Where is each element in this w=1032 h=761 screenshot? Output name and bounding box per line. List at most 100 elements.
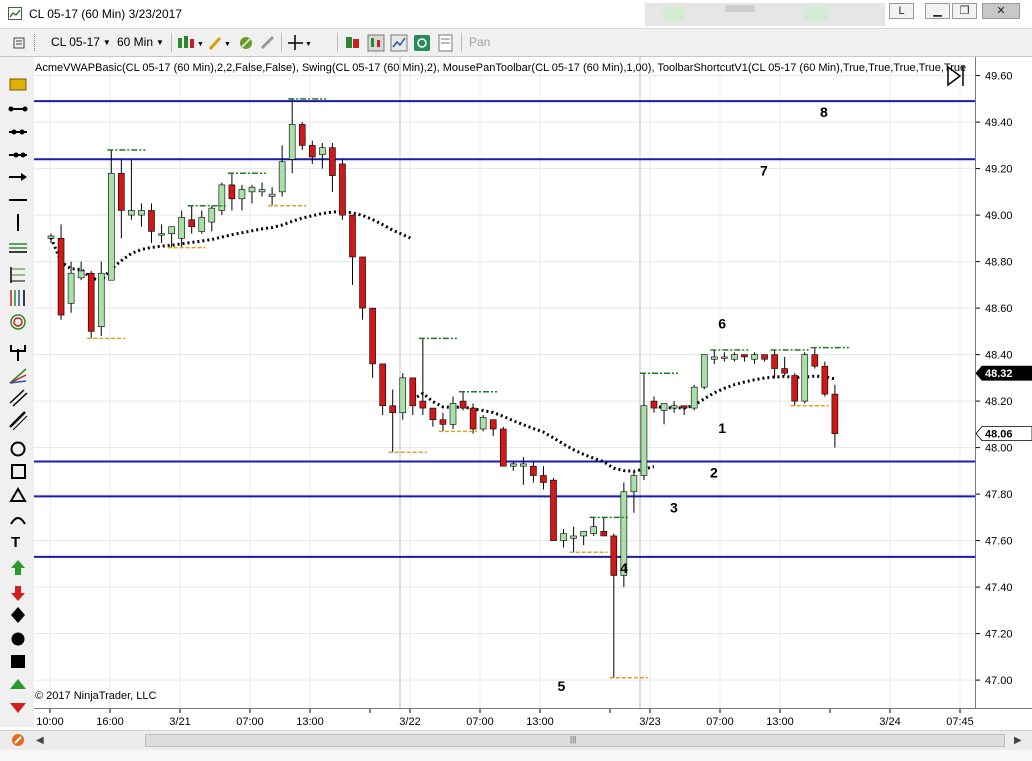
dot-icon[interactable] [11, 632, 25, 646]
fib-circle-icon[interactable] [10, 314, 26, 330]
candle-body [540, 475, 547, 483]
close-button[interactable]: ✕ [982, 3, 1020, 19]
properties-icon[interactable] [11, 733, 25, 747]
x-tick-label: 07:00 [236, 716, 264, 728]
data-box-icon[interactable] [344, 34, 362, 52]
strategy-icon[interactable] [390, 34, 408, 52]
triangle-icon[interactable] [9, 487, 27, 502]
trend-channel-icon[interactable] [9, 411, 28, 431]
y-tick-label: 48.80 [985, 257, 1013, 269]
rectangle-icon[interactable] [11, 464, 26, 479]
arrow-line-icon[interactable] [9, 173, 27, 181]
candle-body [570, 535, 577, 539]
pan-button[interactable]: Pan [469, 35, 490, 49]
square-icon[interactable] [11, 655, 25, 668]
candle-body [459, 400, 467, 409]
candle-body [670, 405, 678, 409]
y-tick-label: 49.60 [985, 71, 1013, 83]
candle-body [731, 354, 738, 360]
andrews-pitchfork-icon[interactable] [10, 345, 26, 361]
candle-body [158, 233, 165, 236]
refresh-icon[interactable] [413, 34, 431, 52]
candle-body [308, 145, 316, 158]
candle-body [690, 386, 698, 409]
properties-icon[interactable] [437, 34, 455, 52]
interval-label: 60 Min [117, 35, 154, 49]
title-bar[interactable]: CL 05-17 (60 Min) 3/23/2017 L ▁ ❐ ✕ [0, 0, 1032, 29]
y-tick-label: 47.20 [985, 629, 1013, 641]
candle-body [369, 307, 376, 365]
scroll-right-icon[interactable]: ▶ [1014, 735, 1022, 746]
candle-body [409, 377, 417, 407]
vwap-line [49, 209, 414, 282]
link-icon[interactable] [259, 34, 277, 52]
restore-button[interactable]: ❐ [952, 3, 977, 19]
y-tick-label: 48.60 [985, 303, 1013, 315]
candle-body [228, 184, 236, 200]
ray-icon[interactable] [8, 106, 28, 112]
diamond-icon[interactable] [11, 607, 25, 623]
time-axis[interactable]: 10:00 16:00 3/21 07:00 13:00 3/22 07:00 13:00 3/… [34, 708, 1032, 729]
gann-fan-icon[interactable] [9, 368, 27, 384]
minimize-icon: ▁ [933, 5, 942, 17]
chart-settings-icon[interactable] [13, 37, 25, 49]
bars-type-icon[interactable]: ▼ [177, 34, 204, 52]
instrument-selector[interactable]: CL 05-17 ▼ [51, 35, 111, 49]
swing-point-label: 6 [718, 315, 726, 331]
vwap-line [412, 391, 655, 473]
svg-text:▼: ▼ [224, 41, 231, 48]
chart-panel[interactable]: 8 7 2 3 4 6 1 5 AcmeVWAPBasic(CL 05-17 (60 Min),… [34, 57, 975, 708]
y-tick-label: 47.80 [985, 489, 1013, 501]
draw-tool-icon[interactable]: ▼ [207, 34, 231, 52]
price-chart[interactable]: 8 7 2 3 4 6 1 5 AcmeVWAPBasic(CL 05-17 (60 Min),… [34, 57, 975, 708]
trend-line-icon[interactable] [9, 152, 27, 158]
candle-body [148, 210, 155, 232]
chart-style-icon[interactable] [367, 34, 385, 52]
price-axis[interactable]: 49.60 49.40 49.20 49.00 48.80 48.60 48.40 48.20… [975, 57, 1032, 708]
chart-app-icon [8, 7, 22, 20]
x-tick-label: 13:00 [296, 716, 324, 728]
arrow-down-icon[interactable] [11, 586, 25, 601]
candle-body [128, 210, 135, 216]
horizontal-scrollbar[interactable]: ◀ ||| ▶ [0, 730, 1032, 751]
scroll-left-icon[interactable]: ◀ [36, 735, 44, 746]
triangle-up-icon[interactable] [10, 679, 26, 689]
layout-button[interactable]: L [889, 3, 914, 19]
y-tick-label: 48.20 [985, 396, 1013, 408]
arrow-up-icon[interactable] [11, 560, 25, 575]
arc-icon[interactable] [10, 517, 26, 525]
fib-time-icon[interactable] [10, 290, 25, 306]
candle-body [630, 475, 638, 493]
drawing-tools-panel: T [0, 57, 35, 727]
candle-body [439, 419, 447, 425]
ellipse-icon[interactable] [10, 441, 26, 457]
instrument-label: CL 05-17 [51, 35, 100, 49]
candle-body [178, 217, 185, 239]
extended-line-icon[interactable] [9, 129, 27, 135]
price-axis-svg: 49.60 49.40 49.20 49.00 48.80 48.60 48.40 48.20… [975, 71, 1032, 687]
x-tick-label: 07:45 [946, 716, 974, 728]
candle-body [329, 147, 336, 176]
background-window [645, 3, 885, 26]
regression-channel-icon[interactable] [9, 389, 28, 407]
y-tick-label: 49.20 [985, 164, 1013, 176]
svg-text:▼: ▼ [305, 41, 312, 48]
price-marker-label: 48.06 [985, 429, 1013, 441]
candle-body [741, 354, 748, 358]
candle-body [399, 377, 407, 414]
candle-body [650, 400, 658, 409]
copyright-label: © 2017 NinjaTrader, LLC [35, 690, 156, 702]
candle-body [721, 356, 728, 359]
text-icon[interactable]: T [11, 534, 20, 551]
y-tick-label: 47.60 [985, 536, 1013, 548]
crosshair-icon[interactable]: ▼ [287, 34, 312, 52]
triangle-down-icon[interactable] [10, 703, 26, 713]
minimize-button[interactable]: ▁ [925, 3, 950, 19]
ruler-icon[interactable] [9, 78, 27, 91]
interval-selector[interactable]: 60 Min ▼ [117, 35, 164, 49]
fib-retracement-icon[interactable] [9, 243, 27, 253]
toolbar-grip [34, 34, 37, 51]
pointer-icon[interactable] [237, 34, 255, 52]
fib-extension-icon[interactable] [10, 267, 25, 283]
candle-body [298, 124, 306, 146]
